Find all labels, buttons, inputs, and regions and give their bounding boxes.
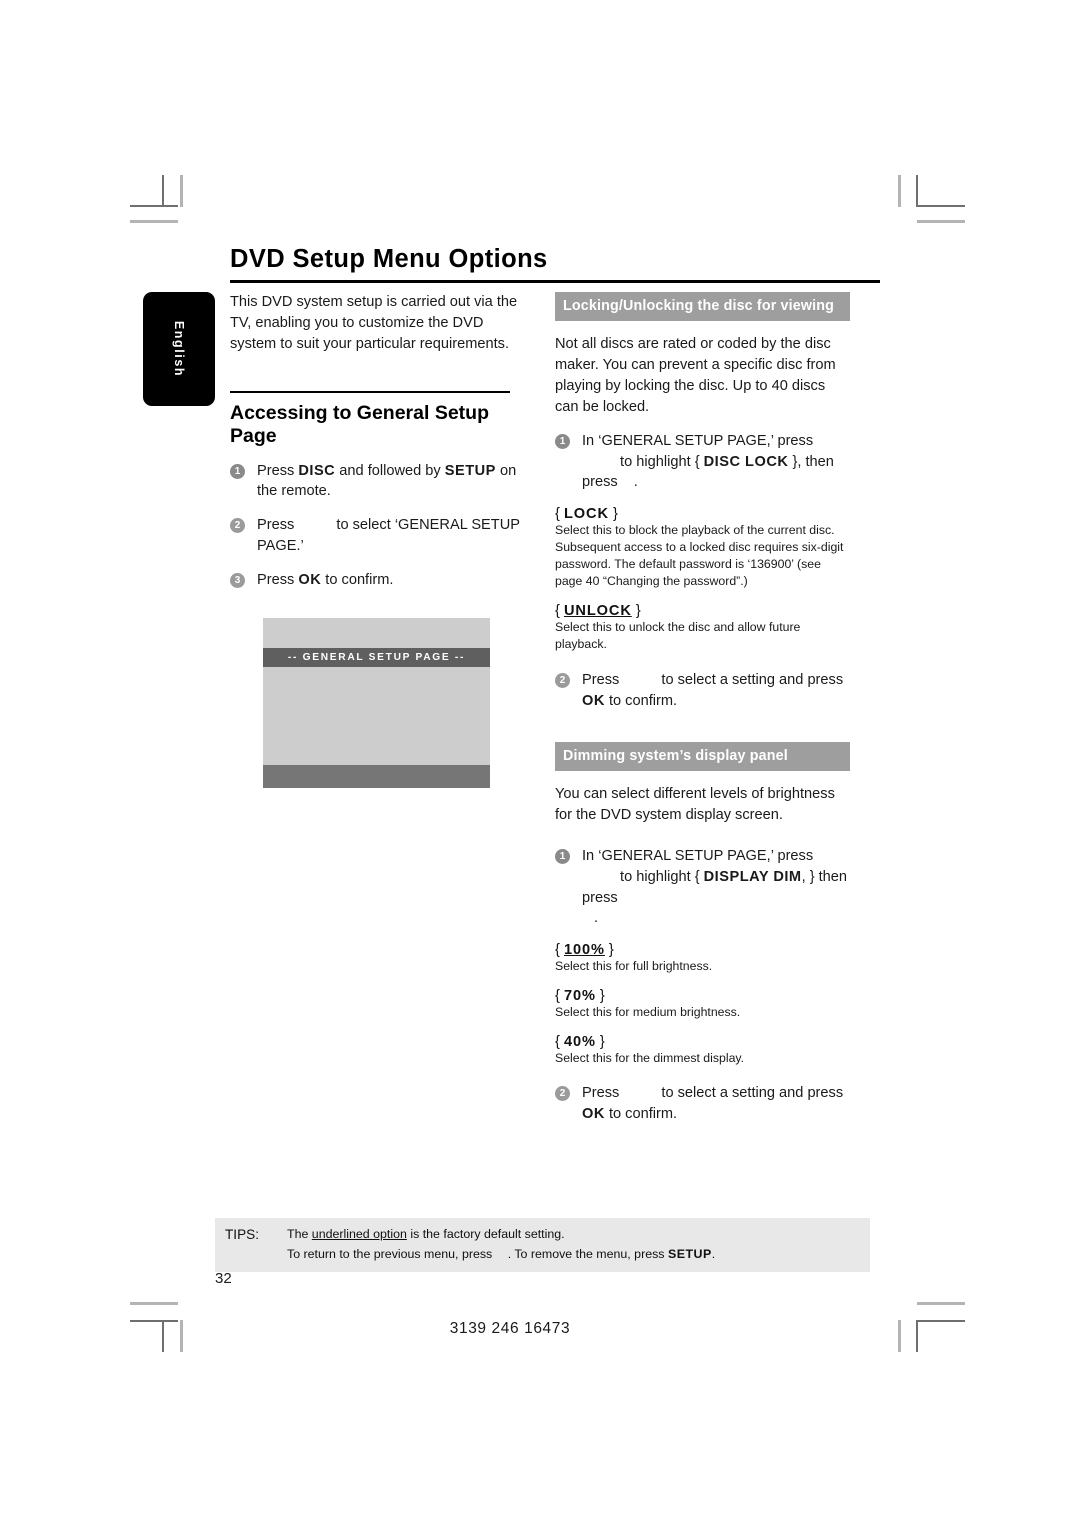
list-item: 1 In ‘GENERAL SETUP PAGE,’ press to high…	[555, 846, 850, 929]
tips-underlined-option: underlined option	[311, 1227, 407, 1241]
tips-label: TIPS:	[225, 1227, 259, 1242]
page-title: DVD Setup Menu Options	[230, 245, 548, 273]
right-column: Locking/Unlocking the disc for viewing N…	[555, 292, 850, 1125]
list-item: 1 Press DISC and followed by SETUP on th…	[230, 461, 525, 503]
tips-line-1: The underlined option is the factory def…	[287, 1227, 565, 1241]
key-disc: DISC	[298, 462, 336, 479]
left-column: This DVD system setup is carried out via…	[230, 292, 525, 591]
key-ok: OK	[582, 1106, 605, 1123]
option-title-lock: { LOCK }	[555, 506, 618, 523]
crop-mark-top-right-bleed-vertical	[898, 175, 901, 207]
key-setup: SETUP	[444, 462, 496, 479]
section-header-locking: Locking/Unlocking the disc for viewing	[555, 292, 850, 322]
section-header-dimming: Dimming system’s display panel	[555, 741, 850, 772]
tips-label-spacer	[215, 1245, 287, 1264]
list-item: 2 Press to select a setting and press OK…	[555, 1083, 850, 1125]
document-code: 3139 246 16473	[449, 1320, 571, 1337]
step-number-badge: 3	[230, 573, 245, 589]
crop-mark-top-left-horizontal	[130, 205, 178, 207]
step-number-badge: 2	[555, 673, 570, 689]
option-title-70: { 70% }	[555, 988, 605, 1005]
list-item: 1 In ‘GENERAL SETUP PAGE,’ press to high…	[555, 431, 850, 494]
step-text: Press to select ‘GENERAL SETUP PAGE.’	[257, 517, 520, 555]
section-divider	[230, 390, 510, 393]
key-ok: OK	[298, 572, 322, 589]
crop-mark-bottom-right-bleed-horizontal	[917, 1302, 965, 1305]
key-ok: OK	[582, 692, 605, 709]
step-text: Press to select a setting and press OK t…	[582, 672, 844, 709]
crop-mark-top-right-vertical	[916, 175, 918, 207]
option-description-70: Select this for medium brightness.	[555, 1005, 741, 1020]
step-number-badge: 1	[555, 433, 570, 449]
step-number-badge: 2	[555, 1086, 570, 1102]
tips-row: To return to the previous menu, press . …	[215, 1245, 870, 1264]
step-text: Press OK to confirm.	[257, 572, 394, 589]
crop-mark-top-left-bleed-vertical	[180, 175, 183, 207]
osd-screenshot-image: -- GENERAL SETUP PAGE --	[263, 618, 490, 788]
step-number-badge: 1	[555, 848, 570, 864]
dimming-intro: You can select different levels of brigh…	[555, 786, 835, 823]
option-title-100: { 100% }	[555, 942, 614, 959]
crop-mark-top-right-horizontal	[917, 205, 965, 207]
step-number-badge: 2	[230, 518, 245, 534]
crop-mark-top-left-vertical	[162, 175, 164, 207]
option-description-40: Select this for the dimmest display.	[555, 1051, 745, 1066]
key-display-dim: DISPLAY DIM	[703, 868, 802, 885]
section-heading: Accessing to General Setup Page	[230, 401, 489, 447]
list-item: 3 Press OK to confirm.	[230, 570, 525, 591]
title-divider	[230, 280, 880, 284]
key-disc-lock: DISC LOCK	[703, 453, 789, 470]
step-text: In ‘GENERAL SETUP PAGE,’ press to highli…	[582, 432, 834, 491]
masthead: DVD Setup Menu Options	[230, 245, 880, 284]
option-title-40: { 40% }	[555, 1034, 605, 1051]
intro-paragraph: This DVD system setup is carried out via…	[230, 294, 518, 352]
step-number-badge: 1	[230, 463, 245, 479]
osd-footer-bar	[263, 765, 490, 788]
manual-page: DVD Setup Menu Options English This DVD …	[140, 240, 880, 1360]
tips-box: TIPS: The underlined option is the facto…	[215, 1218, 870, 1272]
crop-mark-top-left-bleed-horizontal	[130, 220, 178, 223]
option-description-unlock: Select this to unlock the disc and allow…	[555, 620, 801, 652]
tips-line-2: To return to the previous menu, press . …	[287, 1247, 716, 1262]
crop-mark-bottom-right-bleed-vertical	[898, 1320, 901, 1352]
key-setup: SETUP	[667, 1247, 712, 1262]
list-item: 2 Press to select a setting and press OK…	[555, 670, 850, 712]
list-item: 2 Press to select ‘GENERAL SETUP PAGE.’	[230, 515, 525, 557]
page-number: 32	[215, 1270, 232, 1287]
crop-mark-top-right-bleed-horizontal	[917, 220, 965, 223]
option-title-unlock: { UNLOCK }	[555, 603, 641, 620]
step-text: In ‘GENERAL SETUP PAGE,’ press to highli…	[582, 847, 848, 927]
locking-intro: Not all discs are rated or coded by the …	[555, 336, 836, 415]
crop-mark-bottom-right-vertical	[916, 1320, 918, 1352]
language-tab: English	[143, 292, 215, 406]
option-description-100: Select this for full brightness.	[555, 959, 713, 974]
step-text: Press DISC and followed by SETUP on the …	[257, 462, 517, 500]
option-description-lock: Select this to block the playback of the…	[555, 523, 844, 589]
osd-title-bar: -- GENERAL SETUP PAGE --	[263, 648, 490, 667]
step-text: Press to select a setting and press OK t…	[582, 1085, 844, 1123]
crop-mark-bottom-right-horizontal	[917, 1320, 965, 1322]
language-tab-label: English	[172, 320, 186, 378]
tips-row: TIPS: The underlined option is the facto…	[215, 1225, 870, 1245]
